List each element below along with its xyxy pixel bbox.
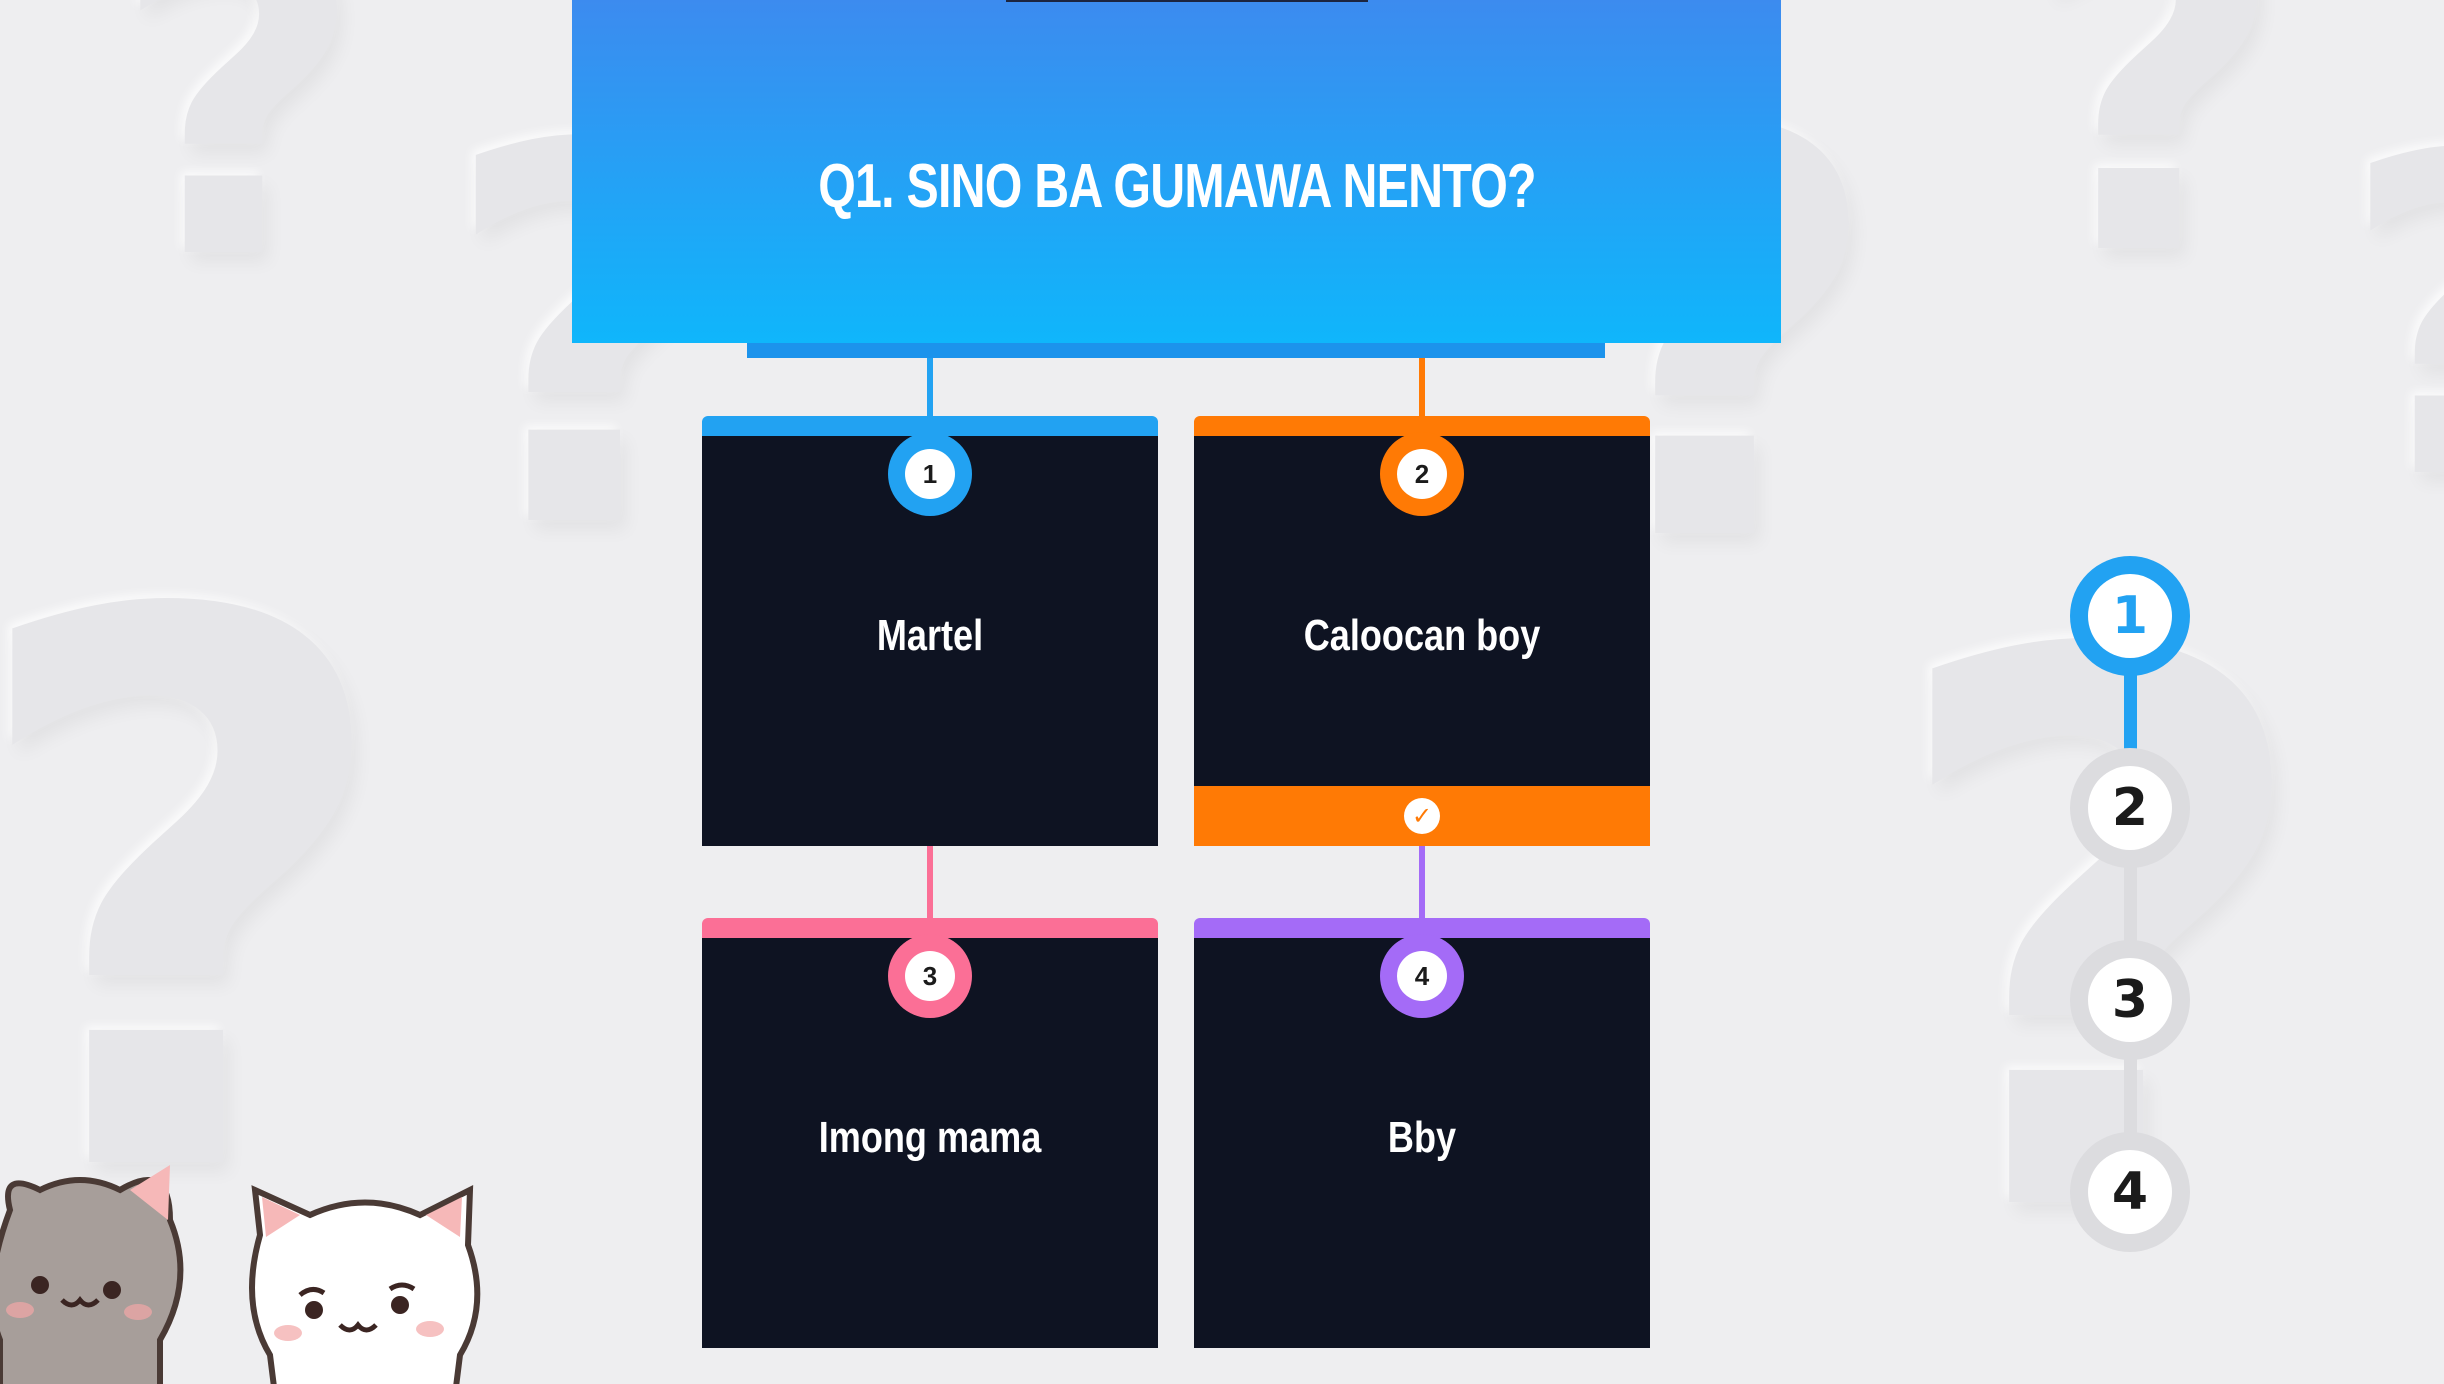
question-card: Q1. SINO BA GUMAWA NENTO? xyxy=(572,0,1781,343)
connector-line xyxy=(927,358,933,416)
answer-number: 1 xyxy=(905,449,955,499)
answer-label: Imong mama xyxy=(818,1113,1042,1162)
answer-label: Bby xyxy=(1387,1113,1457,1162)
answer-option-3[interactable]: 3 Imong mama xyxy=(702,918,1158,1348)
progress-step-number: 2 xyxy=(2088,766,2172,850)
answer-number: 4 xyxy=(1397,951,1447,1001)
connector-line xyxy=(927,846,933,918)
question-underbar xyxy=(747,343,1605,358)
answer-number-badge: 4 xyxy=(1380,934,1464,1018)
progress-step-1[interactable]: 1 xyxy=(2070,556,2190,676)
answer-number-badge: 3 xyxy=(888,934,972,1018)
connector-line xyxy=(1419,358,1425,416)
answer-number-badge: 2 xyxy=(1380,432,1464,516)
progress-step-3[interactable]: 3 xyxy=(2070,940,2190,1060)
answer-option-2[interactable]: 2 Caloocan boy ✓ xyxy=(1194,416,1650,846)
answer-number: 2 xyxy=(1397,449,1447,499)
correct-answer-strip: ✓ xyxy=(1194,786,1650,846)
question-top-bar xyxy=(1006,0,1368,2)
question-text: Q1. SINO BA GUMAWA NENTO? xyxy=(817,152,1536,221)
background-question-mark-icon: ? xyxy=(110,0,366,356)
progress-step-2[interactable]: 2 xyxy=(2070,748,2190,868)
progress-step-number: 4 xyxy=(2088,1150,2172,1234)
answer-label: Caloocan boy xyxy=(1303,611,1541,660)
white-cat-sticker-icon xyxy=(249,1185,481,1384)
background-question-mark-icon: ? xyxy=(2020,0,2287,357)
progress-step-4[interactable]: 4 xyxy=(2070,1132,2190,1252)
grey-cat-sticker-icon xyxy=(0,1165,184,1384)
answer-label: Martel xyxy=(876,611,984,660)
background-question-mark-icon: ? xyxy=(2340,100,2444,540)
answer-number-badge: 1 xyxy=(888,432,972,516)
answer-option-1[interactable]: 1 Martel xyxy=(702,416,1158,846)
quiz-stage: ? ? ? ? ? ? ? Q1. SINO BA GUMAWA NENTO? … xyxy=(0,0,2444,1384)
progress-step-number: 3 xyxy=(2088,958,2172,1042)
check-circle-icon: ✓ xyxy=(1404,798,1440,834)
answer-option-4[interactable]: 4 Bby xyxy=(1194,918,1650,1348)
progress-step-number: 1 xyxy=(2088,574,2172,658)
connector-line xyxy=(1419,846,1425,918)
answer-number: 3 xyxy=(905,951,955,1001)
